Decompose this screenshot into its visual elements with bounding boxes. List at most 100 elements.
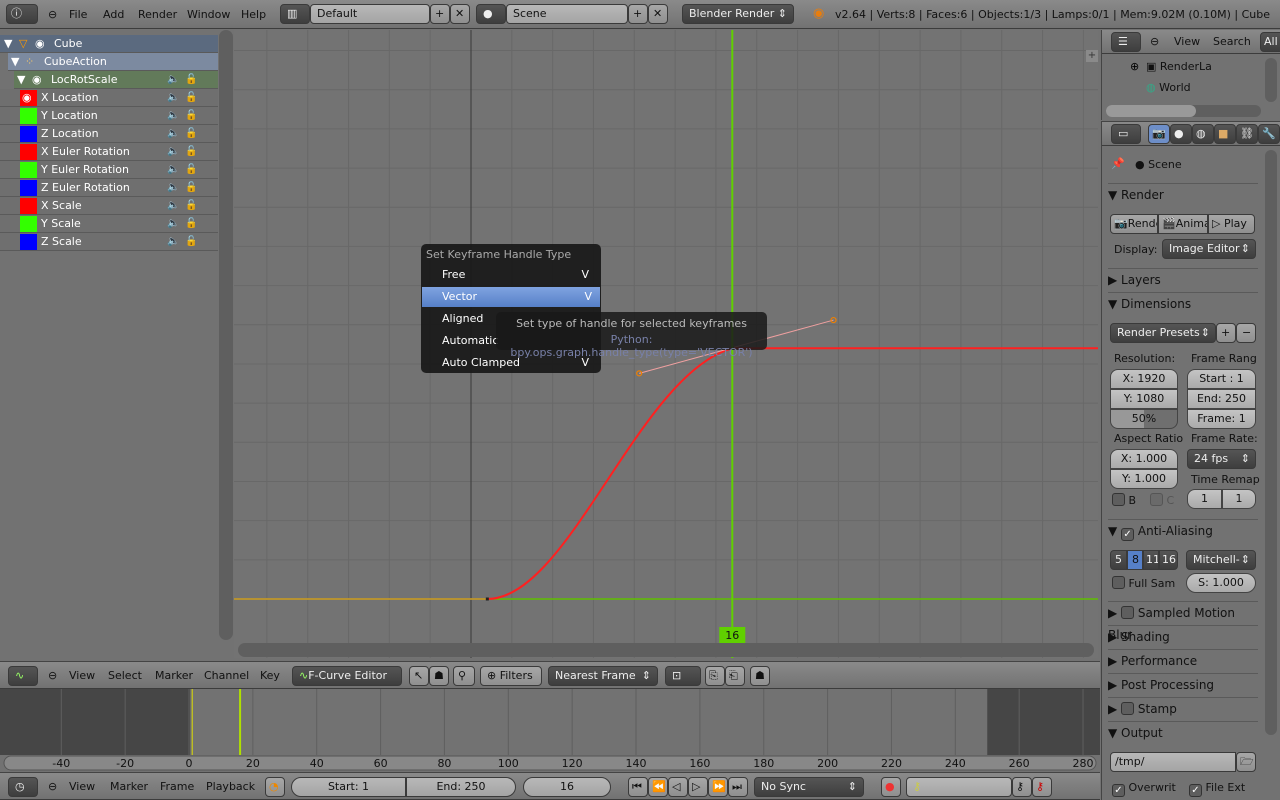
play-button[interactable]: ▷: [688, 777, 708, 797]
tab-modifiers[interactable]: 🔧: [1258, 124, 1280, 144]
tab-object[interactable]: ■: [1214, 124, 1236, 144]
jump-keyframe-back-button[interactable]: ⏪: [648, 777, 668, 797]
frame-step-field[interactable]: Frame: 1: [1187, 409, 1256, 429]
delete-keyframe-button[interactable]: ⚷: [1032, 777, 1052, 797]
add-scene-button[interactable]: +: [628, 4, 648, 24]
channel-color-swatch[interactable]: [20, 144, 37, 160]
crop-checkbox[interactable]: C: [1150, 493, 1174, 507]
border-checkbox[interactable]: B: [1112, 493, 1136, 507]
menu-playback[interactable]: Playback: [206, 780, 255, 793]
tab-scene[interactable]: ●: [1170, 124, 1192, 144]
menu-view[interactable]: View: [1174, 35, 1200, 48]
panel-render[interactable]: ▼ Render: [1108, 183, 1258, 205]
pivot-dropdown[interactable]: ⊡: [665, 666, 701, 686]
channel-object[interactable]: ▼ ▽ ◉ Cube: [0, 35, 218, 53]
menu-item-vector[interactable]: Vector V: [422, 287, 600, 307]
lock-icon[interactable]: 🔓: [185, 215, 197, 233]
channel-group[interactable]: ▼ ◉ LocRotScale 🔈 🔓: [14, 71, 218, 89]
menu-help[interactable]: Help: [241, 8, 266, 21]
file-extensions-checkbox[interactable]: ✓ File Ext: [1189, 781, 1245, 797]
preview-range-icon[interactable]: ◔: [265, 777, 285, 797]
editor-type-info-button[interactable]: ⓘ: [6, 4, 38, 24]
speaker-icon[interactable]: 🔈: [167, 107, 179, 125]
menu-marker[interactable]: Marker: [110, 780, 148, 793]
graph-vertical-scrollbar[interactable]: [219, 30, 233, 640]
tab-render[interactable]: 📷: [1148, 124, 1170, 144]
paste-keyframes-button[interactable]: ⎗: [725, 666, 745, 686]
lock-icon[interactable]: 🔓: [185, 89, 197, 107]
collapse-icon[interactable]: ⊖: [48, 8, 57, 21]
panel-stamp[interactable]: ▶ Stamp: [1108, 697, 1258, 719]
filter-all-button[interactable]: All: [1260, 32, 1280, 52]
panel-shading[interactable]: ▶ Shading: [1108, 625, 1258, 647]
graph-horizontal-scrollbar[interactable]: [238, 643, 1094, 657]
jump-start-button[interactable]: ⏮: [628, 777, 648, 797]
lock-icon[interactable]: 🔓: [185, 161, 197, 179]
frame-rate-dropdown[interactable]: 24 fps ⇕: [1187, 449, 1256, 469]
lock-icon[interactable]: 🔓: [185, 197, 197, 215]
panel-anti-aliasing[interactable]: ▼ ✓ Anti-Aliasing: [1108, 519, 1258, 541]
eye-icon[interactable]: ◉: [32, 71, 42, 89]
speaker-icon[interactable]: 🔈: [167, 89, 179, 107]
render-presets-dropdown[interactable]: Render Presets ⇕: [1110, 323, 1216, 343]
channel-action[interactable]: ▼ ⁘ CubeAction: [8, 53, 218, 71]
expand-icon[interactable]: ▼: [17, 71, 25, 89]
scene-field[interactable]: Scene: [506, 4, 628, 24]
snap-dropdown[interactable]: Nearest Frame ⇕: [548, 666, 658, 686]
time-remap-old-field[interactable]: 1: [1187, 489, 1222, 509]
screen-layout-field[interactable]: Default: [310, 4, 430, 24]
channel-row[interactable]: X Scale 🔈 🔓: [0, 197, 218, 215]
speaker-icon[interactable]: 🔈: [167, 143, 179, 161]
menu-search[interactable]: Search: [1213, 35, 1251, 48]
search-icon[interactable]: ⚲: [453, 666, 475, 686]
editor-type-timeline-icon[interactable]: ◷: [8, 777, 38, 797]
panel-post-processing[interactable]: ▶ Post Processing: [1108, 673, 1258, 695]
channel-row[interactable]: Z Location 🔈 🔓: [0, 125, 218, 143]
menu-add[interactable]: Add: [103, 8, 124, 21]
aa-samples-11[interactable]: 11: [1143, 550, 1159, 570]
display-dropdown[interactable]: Image Editor ⇕: [1162, 239, 1256, 259]
panel-dimensions[interactable]: ▼ Dimensions: [1108, 292, 1258, 314]
sync-dropdown[interactable]: No Sync ⇕: [754, 777, 864, 797]
aa-samples-8[interactable]: 8: [1127, 550, 1143, 570]
speaker-icon[interactable]: 🔈: [167, 233, 179, 251]
expand-icon[interactable]: ▼: [11, 53, 19, 71]
menu-file[interactable]: File: [69, 8, 87, 21]
editor-type-properties-icon[interactable]: ▭: [1111, 124, 1141, 144]
panel-sampled-motion-blur[interactable]: ▶ Sampled Motion Blur: [1108, 601, 1258, 642]
add-layout-button[interactable]: +: [430, 4, 450, 24]
delete-scene-button[interactable]: ✕: [648, 4, 668, 24]
add-preset-button[interactable]: +: [1216, 323, 1236, 343]
channel-row[interactable]: Y Euler Rotation 🔈 🔓: [0, 161, 218, 179]
outliner-item-world[interactable]: ◍ World: [1146, 81, 1191, 94]
output-path-field[interactable]: /tmp/: [1110, 752, 1236, 772]
only-selected-button[interactable]: ↖: [409, 666, 429, 686]
aspect-y-field[interactable]: Y: 1.000: [1110, 469, 1178, 489]
channel-row[interactable]: Z Euler Rotation 🔈 🔓: [0, 179, 218, 197]
overwrite-checkbox[interactable]: ✓ Overwrit: [1112, 781, 1176, 797]
properties-region-toggle-icon[interactable]: +: [1086, 50, 1098, 62]
delete-layout-button[interactable]: ✕: [450, 4, 470, 24]
pin-icon[interactable]: 📌: [1111, 157, 1125, 170]
menu-channel[interactable]: Channel: [204, 669, 249, 682]
editor-type-outliner-icon[interactable]: ☰: [1111, 32, 1141, 52]
timeline-area[interactable]: -40 -20 0 20 40 60 80 100 120 140 160 180 200 220 240 2…: [0, 689, 1100, 771]
mode-dropdown[interactable]: ∿F-Curve Editor: [292, 666, 402, 686]
channel-row[interactable]: Y Location 🔈 🔓: [0, 107, 218, 125]
channel-color-swatch[interactable]: [20, 216, 37, 232]
jump-end-button[interactable]: ⏭: [728, 777, 748, 797]
panel-output[interactable]: ▼ Output: [1108, 721, 1258, 743]
lock-icon[interactable]: 🔓: [185, 143, 197, 161]
menu-marker[interactable]: Marker: [155, 669, 193, 682]
channel-color-swatch[interactable]: ◉: [20, 90, 37, 106]
properties-scrollbar[interactable]: [1265, 150, 1277, 735]
channel-row[interactable]: Z Scale 🔈 🔓: [0, 233, 218, 251]
jump-keyframe-forward-button[interactable]: ⏩: [708, 777, 728, 797]
filter-size-field[interactable]: S: 1.000: [1186, 573, 1256, 593]
lock-icon[interactable]: 🔓: [185, 107, 197, 125]
start-frame-field[interactable]: Start: 1: [291, 777, 406, 797]
aa-checkbox[interactable]: ✓: [1121, 528, 1135, 541]
insert-keyframe-button[interactable]: ⚷: [1012, 777, 1032, 797]
menu-render[interactable]: Render: [138, 8, 177, 21]
menu-view[interactable]: View: [69, 669, 95, 682]
